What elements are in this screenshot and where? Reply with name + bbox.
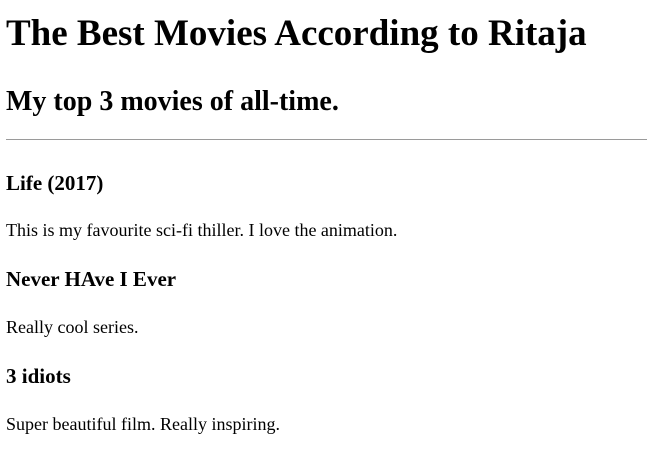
- divider: [6, 139, 647, 140]
- movie-description: Really cool series.: [6, 317, 139, 337]
- movie-title: Never HAve I Ever: [6, 267, 177, 291]
- page: The Best Movies According to Ritaja My t…: [0, 0, 647, 456]
- page-title: The Best Movies According to Ritaja: [6, 13, 587, 54]
- page-subtitle: My top 3 movies of all-time.: [6, 86, 339, 117]
- movie-title: Life (2017): [6, 171, 104, 195]
- movie-title: 3 idiots: [6, 364, 71, 388]
- movie-description: This is my favourite sci-fi thiller. I l…: [6, 220, 398, 240]
- movie-description: Super beautiful film. Really inspiring.: [6, 414, 280, 434]
